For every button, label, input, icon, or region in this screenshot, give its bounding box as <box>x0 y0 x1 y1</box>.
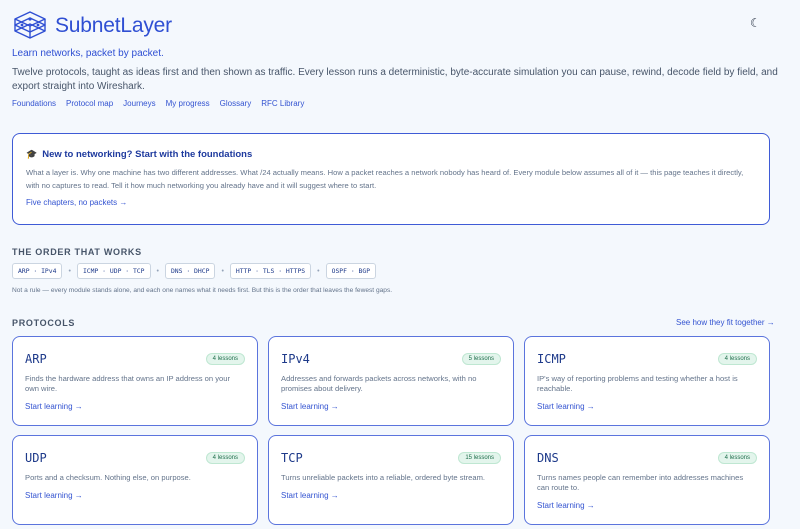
order-separator: • <box>68 267 71 275</box>
callout-link[interactable]: Five chapters, no packets → <box>26 198 756 207</box>
protocol-description: Addresses and forwards packets across ne… <box>281 374 477 393</box>
protocol-card-tcp[interactable]: TCP 15 lessons Turns unreliable packets … <box>268 435 514 525</box>
order-step[interactable]: DNS · DHCP <box>164 263 216 279</box>
protocol-name: ARP <box>25 352 47 366</box>
lessons-badge: 4 lessons <box>717 353 757 365</box>
protocols-heading: PROTOCOLS <box>12 318 76 328</box>
protocol-name: DNS <box>537 451 559 465</box>
callout-title: New to networking? Start with the founda… <box>42 149 253 160</box>
lessons-badge: 4 lessons <box>205 452 245 464</box>
start-learning-link[interactable]: Start learning → <box>281 402 339 411</box>
lessons-badge: 4 lessons <box>205 353 245 365</box>
nav-foundations[interactable]: Foundations <box>12 99 56 108</box>
nav-journeys[interactable]: Journeys <box>123 99 155 108</box>
order-note: Not a rule — every module stands alone, … <box>12 287 393 294</box>
nav-my-progress[interactable]: My progress <box>166 99 210 108</box>
callout-title-row: 🎓 New to networking? Start with the foun… <box>26 149 756 160</box>
protocol-description: Turns unreliable packets into a reliable… <box>281 473 486 482</box>
lessons-badge: 5 lessons <box>461 353 501 365</box>
protocol-card-dns[interactable]: DNS 4 lessons Turns names people can rem… <box>524 435 770 525</box>
protocol-card-icmp[interactable]: ICMP 4 lessons IP's way of reporting pro… <box>524 336 770 426</box>
protocol-description: Ports and a checksum. Nothing else, on p… <box>25 473 191 482</box>
order-separator: • <box>221 267 224 275</box>
protocol-card-udp[interactable]: UDP 4 lessons Ports and a checksum. Noth… <box>12 435 258 525</box>
see-how-they-fit-link[interactable]: See how they fit together → <box>676 318 775 327</box>
lessons-badge: 15 lessons <box>458 452 501 464</box>
order-heading: THE ORDER THAT WORKS <box>12 247 142 257</box>
brand-name[interactable]: SubnetLayer <box>55 14 172 38</box>
protocol-card-arp[interactable]: ARP 4 lessons Finds the hardware address… <box>12 336 258 426</box>
start-learning-link[interactable]: Start learning → <box>25 491 83 500</box>
network-cube-icon[interactable] <box>12 10 48 42</box>
order-separator: • <box>156 267 159 275</box>
nav-protocol-map[interactable]: Protocol map <box>66 99 113 108</box>
order-step[interactable]: ARP · IPv4 <box>12 263 63 279</box>
order-step[interactable]: HTTP · TLS · HTTPS <box>229 263 312 279</box>
protocol-name: ICMP <box>537 352 566 366</box>
order-steps: ARP · IPv4 • ICMP · UDP · TCP • DNS · DH… <box>12 263 377 279</box>
moon-icon[interactable]: ☾ <box>750 16 761 30</box>
nav-glossary[interactable]: Glossary <box>220 99 252 108</box>
start-learning-link[interactable]: Start learning → <box>281 491 339 500</box>
order-step[interactable]: ICMP · UDP · TCP <box>76 263 151 279</box>
protocol-card-ipv4[interactable]: IPv4 5 lessons Addresses and forwards pa… <box>268 336 514 426</box>
graduation-cap-icon: 🎓 <box>26 149 38 159</box>
protocol-name: IPv4 <box>281 352 310 366</box>
intro-text: Twelve protocols, taught as ideas first … <box>12 67 778 92</box>
start-learning-link[interactable]: Start learning → <box>537 402 595 411</box>
foundations-callout[interactable]: 🎓 New to networking? Start with the foun… <box>12 133 770 225</box>
lessons-badge: 4 lessons <box>717 452 757 464</box>
nav-links: Foundations Protocol map Journeys My pro… <box>12 99 304 108</box>
tagline: Learn networks, packet by packet. <box>12 48 164 59</box>
header: SubnetLayer <box>12 10 172 42</box>
order-step[interactable]: OSPF · BGP <box>325 263 377 279</box>
protocol-description: Turns names people can remember into add… <box>537 473 744 492</box>
start-learning-link[interactable]: Start learning → <box>537 501 595 510</box>
order-separator: • <box>317 267 320 275</box>
protocol-description: IP's way of reporting problems and testi… <box>537 374 738 393</box>
start-learning-link[interactable]: Start learning → <box>25 402 83 411</box>
callout-body: What a layer is. Why one machine has two… <box>26 168 744 190</box>
protocol-name: TCP <box>281 451 303 465</box>
protocol-name: UDP <box>25 451 47 465</box>
protocol-description: Finds the hardware address that owns an … <box>25 374 231 393</box>
nav-rfc-library[interactable]: RFC Library <box>261 99 304 108</box>
